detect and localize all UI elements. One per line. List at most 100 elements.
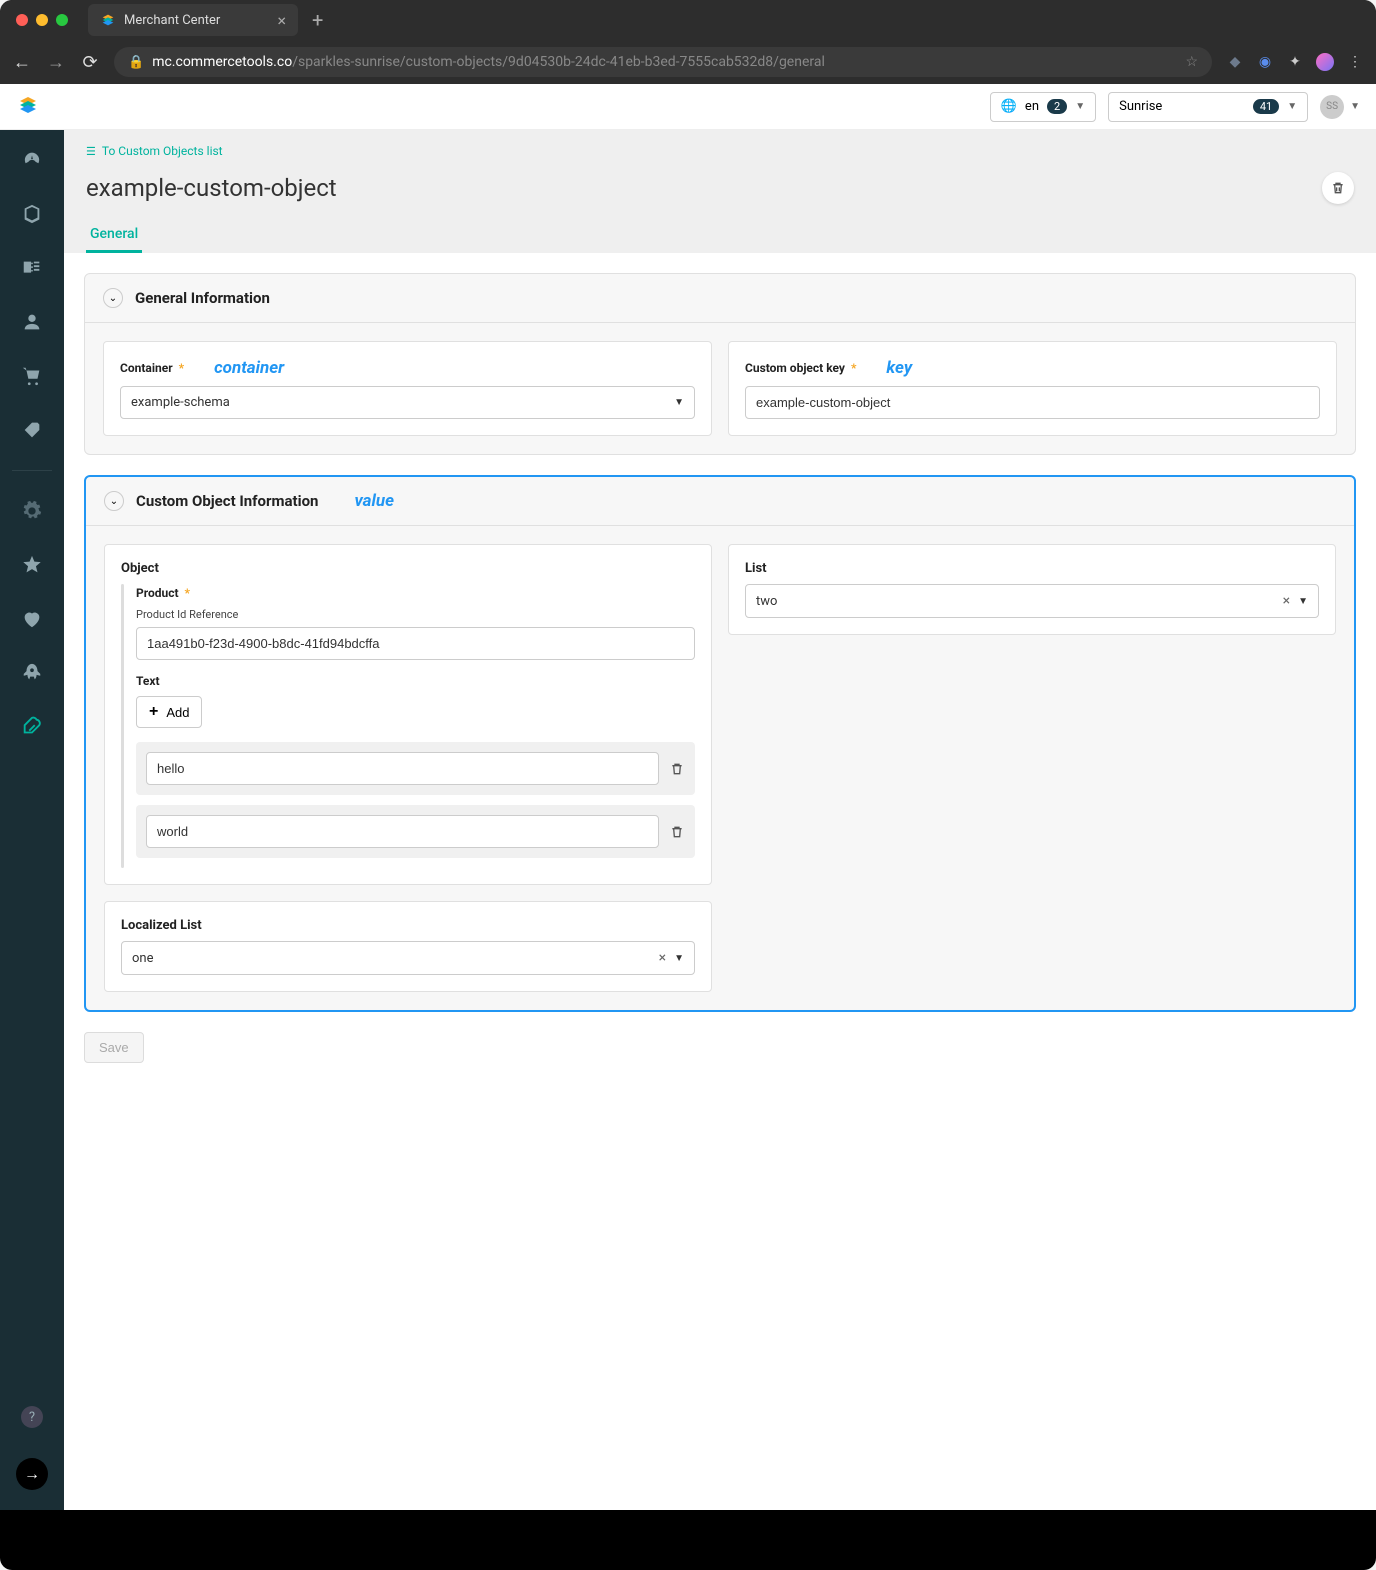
sidebar-item-discounts[interactable]: [14, 412, 50, 448]
clear-icon[interactable]: ×: [659, 950, 666, 966]
caret-down-icon: ▼: [674, 397, 684, 408]
url-path: /sparkles-sunrise/custom-objects/9d04530…: [292, 54, 825, 70]
tabs: General: [86, 218, 1354, 253]
container-select[interactable]: example-schema ▼: [120, 386, 695, 419]
delete-button[interactable]: [1322, 172, 1354, 204]
tab-close-icon[interactable]: ×: [277, 11, 286, 30]
caret-down-icon: ▼: [1350, 101, 1360, 112]
list-icon: ☰: [86, 145, 96, 158]
extension-icon[interactable]: ◆: [1226, 53, 1244, 71]
panel-title: General Information: [135, 289, 270, 307]
sidebar: ? →: [0, 130, 64, 1510]
indent-gutter: [121, 584, 124, 868]
chevron-down-icon[interactable]: ⌄: [104, 491, 124, 511]
caret-down-icon: ▼: [1298, 596, 1308, 607]
text-item-input[interactable]: [146, 752, 659, 785]
page-header: ☰ To Custom Objects list example-custom-…: [64, 130, 1376, 253]
trash-icon[interactable]: [669, 823, 685, 841]
extension-icon[interactable]: ◉: [1256, 53, 1274, 71]
clear-icon[interactable]: ×: [1283, 593, 1290, 609]
sidebar-item-products[interactable]: [14, 196, 50, 232]
text-item-row: [136, 742, 695, 795]
container-value: example-schema: [131, 395, 230, 410]
globe-icon: 🌐: [1001, 99, 1017, 114]
localized-list-label: Localized List: [121, 918, 695, 933]
text-item-input[interactable]: [146, 815, 659, 848]
panel-general-info: ⌄ General Information Container* contain…: [84, 273, 1356, 455]
sidebar-item-categories[interactable]: [14, 250, 50, 286]
list-label: List: [745, 561, 1319, 576]
maximize-icon[interactable]: [56, 14, 68, 26]
caret-down-icon: ▼: [674, 953, 684, 964]
forward-icon[interactable]: →: [46, 52, 66, 73]
save-button[interactable]: Save: [84, 1032, 144, 1063]
new-tab-button[interactable]: +: [312, 8, 323, 32]
product-label: Product: [136, 586, 179, 600]
project-label: Sunrise: [1119, 99, 1162, 114]
container-label: Container* container: [120, 358, 695, 378]
extension-icon[interactable]: ✦: [1286, 53, 1304, 71]
tab-general[interactable]: General: [86, 218, 142, 253]
app-logo-icon[interactable]: [16, 93, 40, 121]
localized-list-select[interactable]: one × ▼: [121, 941, 695, 975]
reload-icon[interactable]: ⟳: [80, 52, 100, 73]
localized-list-value: one: [132, 951, 154, 966]
user-avatar: SS: [1320, 95, 1344, 119]
help-icon[interactable]: ?: [21, 1406, 43, 1428]
url-bar: ← → ⟳ 🔒 mc.commercetools.co /sparkles-su…: [0, 40, 1376, 84]
profile-avatar-icon[interactable]: [1316, 53, 1334, 71]
chevron-down-icon[interactable]: ⌄: [103, 288, 123, 308]
sidebar-item-dashboard[interactable]: [14, 142, 50, 178]
page-title: example-custom-object: [86, 174, 337, 202]
text-label: Text: [136, 674, 160, 688]
minimize-icon[interactable]: [36, 14, 48, 26]
plus-icon: +: [149, 703, 158, 721]
sidebar-item-wishlist[interactable]: [14, 601, 50, 637]
sidebar-item-launch[interactable]: [14, 655, 50, 691]
traffic-lights: [16, 14, 68, 26]
project-selector[interactable]: Sunrise 41 ▼: [1108, 92, 1308, 122]
close-icon[interactable]: [16, 14, 28, 26]
language-badge: 2: [1047, 99, 1067, 114]
app-topbar: 🌐 en 2 ▼ Sunrise 41 ▼ SS ▼: [0, 84, 1376, 130]
key-label: Custom object key* key: [745, 358, 1320, 378]
panel-custom-object-info: ⌄ Custom Object Information value Object: [84, 475, 1356, 1012]
browser-tab[interactable]: Merchant Center ×: [88, 4, 298, 36]
list-select[interactable]: two × ▼: [745, 584, 1319, 618]
back-icon[interactable]: ←: [12, 52, 32, 73]
list-value: two: [756, 594, 777, 609]
product-id-input[interactable]: [136, 627, 695, 660]
language-label: en: [1025, 99, 1039, 114]
object-label: Object: [121, 561, 695, 576]
star-icon[interactable]: ☆: [1185, 54, 1198, 70]
language-selector[interactable]: 🌐 en 2 ▼: [990, 92, 1096, 122]
url-input[interactable]: 🔒 mc.commercetools.co /sparkles-sunrise/…: [114, 47, 1212, 77]
add-label: Add: [166, 705, 189, 720]
breadcrumb-label: To Custom Objects list: [102, 144, 223, 158]
annotation-container: container: [214, 358, 284, 378]
sidebar-divider: [12, 470, 52, 471]
add-text-button[interactable]: + Add: [136, 696, 202, 728]
sidebar-item-custom-objects[interactable]: [14, 709, 50, 745]
text-item-row: [136, 805, 695, 858]
sidebar-item-settings[interactable]: [14, 493, 50, 529]
breadcrumb[interactable]: ☰ To Custom Objects list: [86, 144, 1354, 158]
user-menu[interactable]: SS ▼: [1320, 95, 1360, 119]
sidebar-item-favorites[interactable]: [14, 547, 50, 583]
trash-icon[interactable]: [669, 760, 685, 778]
product-sublabel: Product Id Reference: [136, 608, 695, 621]
annotation-key: key: [886, 358, 912, 378]
caret-down-icon: ▼: [1287, 101, 1297, 112]
key-input[interactable]: [745, 386, 1320, 419]
favicon-icon: [100, 12, 116, 28]
sidebar-item-customers[interactable]: [14, 304, 50, 340]
annotation-value: value: [354, 491, 394, 511]
project-badge: 41: [1253, 99, 1279, 114]
expand-sidebar-button[interactable]: →: [16, 1458, 48, 1490]
lock-icon: 🔒: [128, 55, 144, 70]
browser-tab-title: Merchant Center: [124, 13, 220, 28]
panel-title: Custom Object Information: [136, 492, 318, 510]
menu-icon[interactable]: ⋮: [1346, 53, 1364, 71]
mac-titlebar: Merchant Center × +: [0, 0, 1376, 40]
sidebar-item-orders[interactable]: [14, 358, 50, 394]
